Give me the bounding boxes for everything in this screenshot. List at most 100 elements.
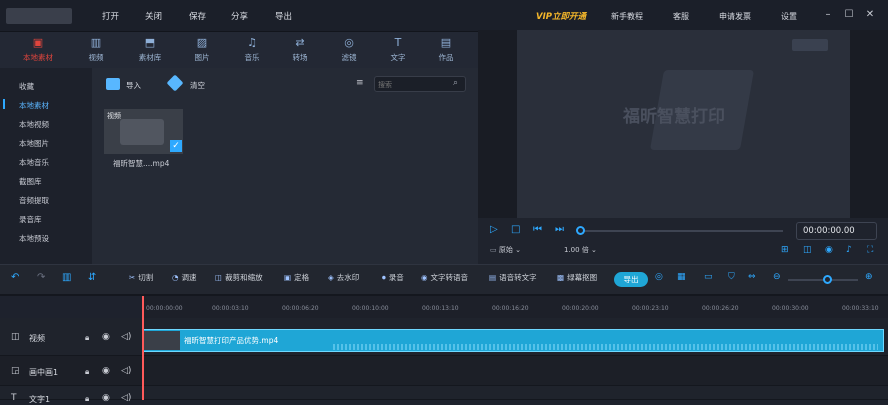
invoice-link[interactable]: 申请发票 (719, 11, 751, 22)
volume-icon[interactable]: ♪ (846, 245, 852, 255)
crop-icon[interactable]: ◫ (803, 245, 812, 255)
canvas-logo (792, 39, 828, 51)
marker-icon[interactable]: ◎ (655, 272, 663, 282)
split-tool-icon[interactable]: ⇵ (88, 272, 96, 283)
lock-icon[interactable]: 🔒︎ (85, 333, 89, 343)
video-track-icon: ◫ (11, 332, 20, 342)
import-icon[interactable] (106, 78, 120, 90)
tab-transition[interactable]: ⇄ 转场 (280, 36, 320, 66)
tab-local-media[interactable]: ▣ 本地素材 (18, 36, 58, 66)
lock-icon[interactable]: 🔒︎ (85, 367, 89, 377)
tab-library[interactable]: ⬒ 素材库 (130, 36, 170, 66)
chroma-key-button[interactable]: ▩ 绿幕抠图 (557, 272, 597, 283)
clear-button[interactable]: 清空 (190, 80, 205, 91)
file-thumbnail[interactable]: 视频 ✓ (104, 109, 183, 154)
speaker-icon[interactable]: ◁) (121, 332, 131, 342)
works-icon: ▤ (440, 36, 452, 49)
fullscreen-icon[interactable]: ⛶ (867, 245, 873, 255)
next-frame-icon[interactable]: ⏭ (555, 224, 564, 235)
search-icon[interactable]: ⌕ (453, 78, 458, 88)
playback-slider[interactable] (578, 230, 783, 232)
redo-icon[interactable]: ↷ (37, 272, 45, 283)
eye-icon[interactable]: ◉ (102, 366, 110, 376)
library-icon: ⬒ (144, 36, 156, 49)
tutorial-link[interactable]: 新手教程 (611, 11, 643, 22)
eye-icon[interactable]: ◉ (102, 393, 110, 403)
crop-zoom-icon: ◫ (215, 273, 223, 282)
ruler-tick-label: 00:00:10:00 (352, 305, 389, 312)
sort-icon[interactable]: ≡ (356, 78, 364, 88)
ratio-select[interactable]: ▭ 原始 ⌄ (490, 245, 552, 259)
sidebar-item-audio-extract[interactable]: 音频提取 (19, 195, 49, 206)
stop-icon[interactable]: □ (511, 224, 520, 235)
minimize-icon[interactable]: – (822, 9, 834, 21)
menu-export[interactable]: 导出 (275, 10, 292, 22)
preview-watermark: 福昕智慧打印 (623, 107, 725, 127)
sidebar-item-local-image[interactable]: 本地图片 (19, 138, 49, 149)
sidebar-item-screenshots[interactable]: 截图库 (19, 176, 42, 187)
menu-share[interactable]: 分享 (231, 10, 248, 22)
zoom-in-icon[interactable]: ⊕ (865, 272, 873, 282)
zoom-knob[interactable] (823, 275, 832, 284)
search-input[interactable] (378, 79, 448, 90)
snapshot-icon[interactable]: ◉ (825, 245, 833, 255)
title-bar: 打开 关闭 保存 分享 导出 VIP立即开通 新手教程 客服 申请发票 设置 –… (0, 0, 888, 32)
playhead[interactable] (142, 296, 144, 400)
lock-icon[interactable]: 🔒︎ (85, 394, 89, 404)
play-icon[interactable]: ▷ (490, 224, 498, 235)
sidebar-item-local-presets[interactable]: 本地预设 (19, 233, 49, 244)
fit-icon[interactable]: ⇔ (748, 272, 756, 282)
timeline-export-button[interactable]: 导出 (614, 272, 648, 287)
freeze-button[interactable]: ▣ 定格 (284, 272, 309, 283)
undo-icon[interactable]: ↶ (11, 272, 19, 283)
tab-filter[interactable]: ◎ 滤镜 (329, 36, 369, 66)
speaker-icon[interactable]: ◁) (121, 393, 131, 403)
video-clip[interactable]: 福昕智慧打印产品优势.mp4 (142, 329, 884, 352)
file-check-icon[interactable]: ✓ (170, 140, 182, 152)
sidebar-item-local-media[interactable]: 本地素材 (19, 100, 49, 111)
subtitle-icon[interactable]: ▭ (704, 272, 713, 282)
speaker-icon[interactable]: ◁) (121, 366, 131, 376)
playback-knob[interactable] (576, 226, 585, 235)
music-icon: ♫ (247, 36, 257, 49)
tab-text[interactable]: T 文字 (378, 36, 418, 66)
ruler-tick-label: 00:00:06:20 (282, 305, 319, 312)
mosaic-icon[interactable]: ▦ (677, 272, 686, 282)
remove-watermark-button[interactable]: ◈ 去水印 (328, 272, 359, 283)
menu-save[interactable]: 保存 (189, 10, 206, 22)
vip-upgrade-link[interactable]: VIP立即开通 (536, 10, 586, 22)
playback-controls: ▷ □ ⏮ ⏭ 00:00:00.00 ▭ 原始 ⌄ 1.00 倍 ⌄ ⊞ ◫ … (478, 218, 888, 264)
speed-icon: ◔ (172, 273, 179, 282)
prev-frame-icon[interactable]: ⏮ (533, 224, 542, 235)
crop-zoom-button[interactable]: ◫ 裁剪和缩放 (215, 272, 263, 283)
record-button[interactable]: ⏺ 录音 (382, 272, 404, 283)
tab-image[interactable]: ▨ 图片 (182, 36, 222, 66)
stt-button[interactable]: ▤ 语音转文字 (489, 272, 537, 283)
menu-open[interactable]: 打开 (102, 10, 119, 22)
zoom-out-icon[interactable]: ⊖ (773, 272, 781, 282)
support-link[interactable]: 客服 (673, 11, 689, 22)
speed-select[interactable]: 1.00 倍 ⌄ (564, 245, 616, 259)
speed-button[interactable]: ◔ 调速 (172, 272, 197, 283)
shield-icon[interactable]: ⛉ (728, 272, 735, 282)
sidebar-item-local-music[interactable]: 本地音乐 (19, 157, 49, 168)
sidebar-item-local-video[interactable]: 本地视频 (19, 119, 49, 130)
ruler-tick-label: 00:00:33:10 (842, 305, 879, 312)
search-box[interactable]: ⌕ (374, 76, 466, 92)
settings-link[interactable]: 设置 (781, 11, 797, 22)
tts-button[interactable]: ◉ 文字转语音 (421, 272, 468, 283)
close-icon[interactable]: ✕ (864, 9, 876, 21)
tab-music[interactable]: ♫ 音乐 (232, 36, 272, 66)
maximize-icon[interactable]: ☐ (843, 9, 855, 21)
sidebar-item-favorites[interactable]: 收藏 (19, 81, 34, 92)
tab-video[interactable]: ▥ 视频 (76, 36, 116, 66)
cut-button[interactable]: ✂ 切割 (129, 272, 153, 283)
import-button[interactable]: 导入 (126, 80, 141, 91)
layout-icon[interactable]: ⊞ (781, 245, 789, 255)
eye-icon[interactable]: ◉ (102, 332, 110, 342)
tab-works[interactable]: ▤ 作品 (426, 36, 466, 66)
sidebar-item-recordings[interactable]: 录音库 (19, 214, 42, 225)
delete-icon[interactable]: ▥ (62, 272, 71, 283)
time-field[interactable]: 00:00:00.00 (796, 222, 877, 240)
menu-close[interactable]: 关闭 (145, 10, 162, 22)
